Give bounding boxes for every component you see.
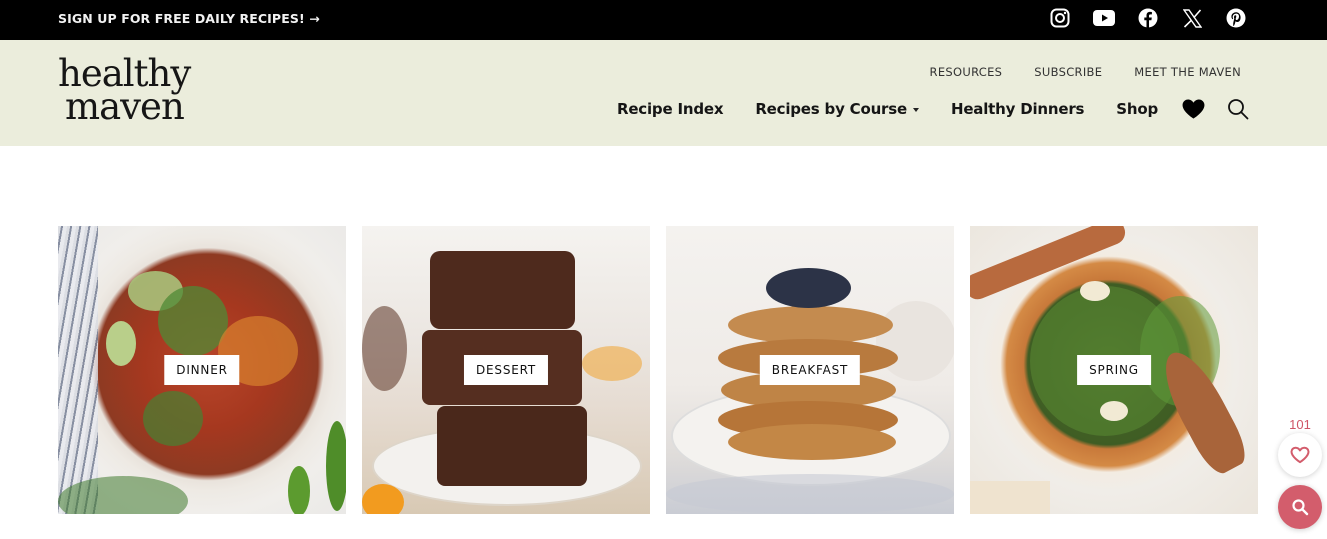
avocado-decoration	[106, 321, 136, 366]
nav-recipes-by-course[interactable]: Recipes by Course	[755, 100, 919, 118]
pinterest-icon[interactable]	[1225, 7, 1247, 29]
category-card-dessert[interactable]: DESSERT	[362, 226, 650, 514]
towel-decoration	[58, 226, 98, 514]
social-links	[1049, 7, 1247, 29]
blueberries-decoration	[766, 268, 851, 308]
site-header: healthy maven RESOURCES SUBSCRIBE MEET T…	[0, 40, 1327, 146]
heart-icon[interactable]	[1182, 99, 1205, 119]
bowl-decoration	[876, 301, 954, 381]
category-label: DESSERT	[463, 355, 549, 385]
fruit-decoration	[362, 484, 404, 514]
promo-bar: SIGN UP FOR FREE DAILY RECIPES! →	[0, 0, 1327, 40]
site-logo[interactable]: healthy maven	[58, 55, 191, 128]
nav-label: Recipes by Course	[755, 100, 907, 118]
cilantro-decoration	[143, 391, 203, 446]
primary-nav: Recipe Index Recipes by Course Healthy D…	[617, 98, 1249, 120]
parmesan-decoration	[1080, 281, 1110, 301]
logo-line-2: maven	[65, 85, 185, 128]
nav-label: Recipe Index	[616, 100, 724, 118]
nav-label: Healthy Dinners	[950, 100, 1085, 118]
search-icon	[1291, 498, 1309, 516]
towel-decoration	[666, 474, 954, 514]
pepper-decoration	[326, 421, 346, 511]
cheese-block	[970, 481, 1050, 514]
signup-link[interactable]: SIGN UP FOR FREE DAILY RECIPES! →	[58, 11, 320, 26]
nav-resources[interactable]: RESOURCES	[930, 65, 1003, 79]
heart-outline-icon	[1290, 446, 1310, 464]
pancake-decoration	[728, 424, 896, 460]
nav-recipe-index[interactable]: Recipe Index	[616, 100, 724, 118]
favorites-count: 101	[1289, 417, 1311, 432]
nav-label: Shop	[1116, 100, 1158, 118]
youtube-icon[interactable]	[1093, 7, 1115, 29]
brownie-top	[430, 251, 575, 329]
nav-subscribe[interactable]: SUBSCRIBE	[1034, 65, 1102, 79]
instagram-icon[interactable]	[1049, 7, 1071, 29]
nav-shop[interactable]: Shop	[1116, 100, 1158, 118]
category-label: SPRING	[1077, 355, 1151, 385]
nav-meet-the-maven[interactable]: MEET THE MAVEN	[1134, 65, 1241, 79]
category-grid: DINNER DESSERT BREAKFAST SPRING	[58, 226, 1258, 514]
fruit-decoration	[582, 346, 642, 381]
secondary-nav: RESOURCES SUBSCRIBE MEET THE MAVEN	[930, 65, 1241, 79]
caret-down-icon	[912, 107, 919, 112]
facebook-icon[interactable]	[1137, 7, 1159, 29]
pepper-decoration	[288, 466, 310, 514]
floating-search-button[interactable]	[1278, 485, 1322, 529]
category-label: DINNER	[164, 355, 240, 385]
brownie-background	[362, 306, 407, 391]
search-icon[interactable]	[1227, 98, 1249, 120]
nav-healthy-dinners[interactable]: Healthy Dinners	[951, 100, 1084, 118]
category-label: BREAKFAST	[759, 355, 861, 385]
favorite-button[interactable]	[1278, 433, 1322, 477]
x-icon[interactable]	[1181, 7, 1203, 29]
brownie-bottom	[437, 406, 587, 486]
category-card-dinner[interactable]: DINNER	[58, 226, 346, 514]
parmesan-decoration	[1100, 401, 1128, 421]
category-card-spring[interactable]: SPRING	[970, 226, 1258, 514]
category-card-breakfast[interactable]: BREAKFAST	[666, 226, 954, 514]
